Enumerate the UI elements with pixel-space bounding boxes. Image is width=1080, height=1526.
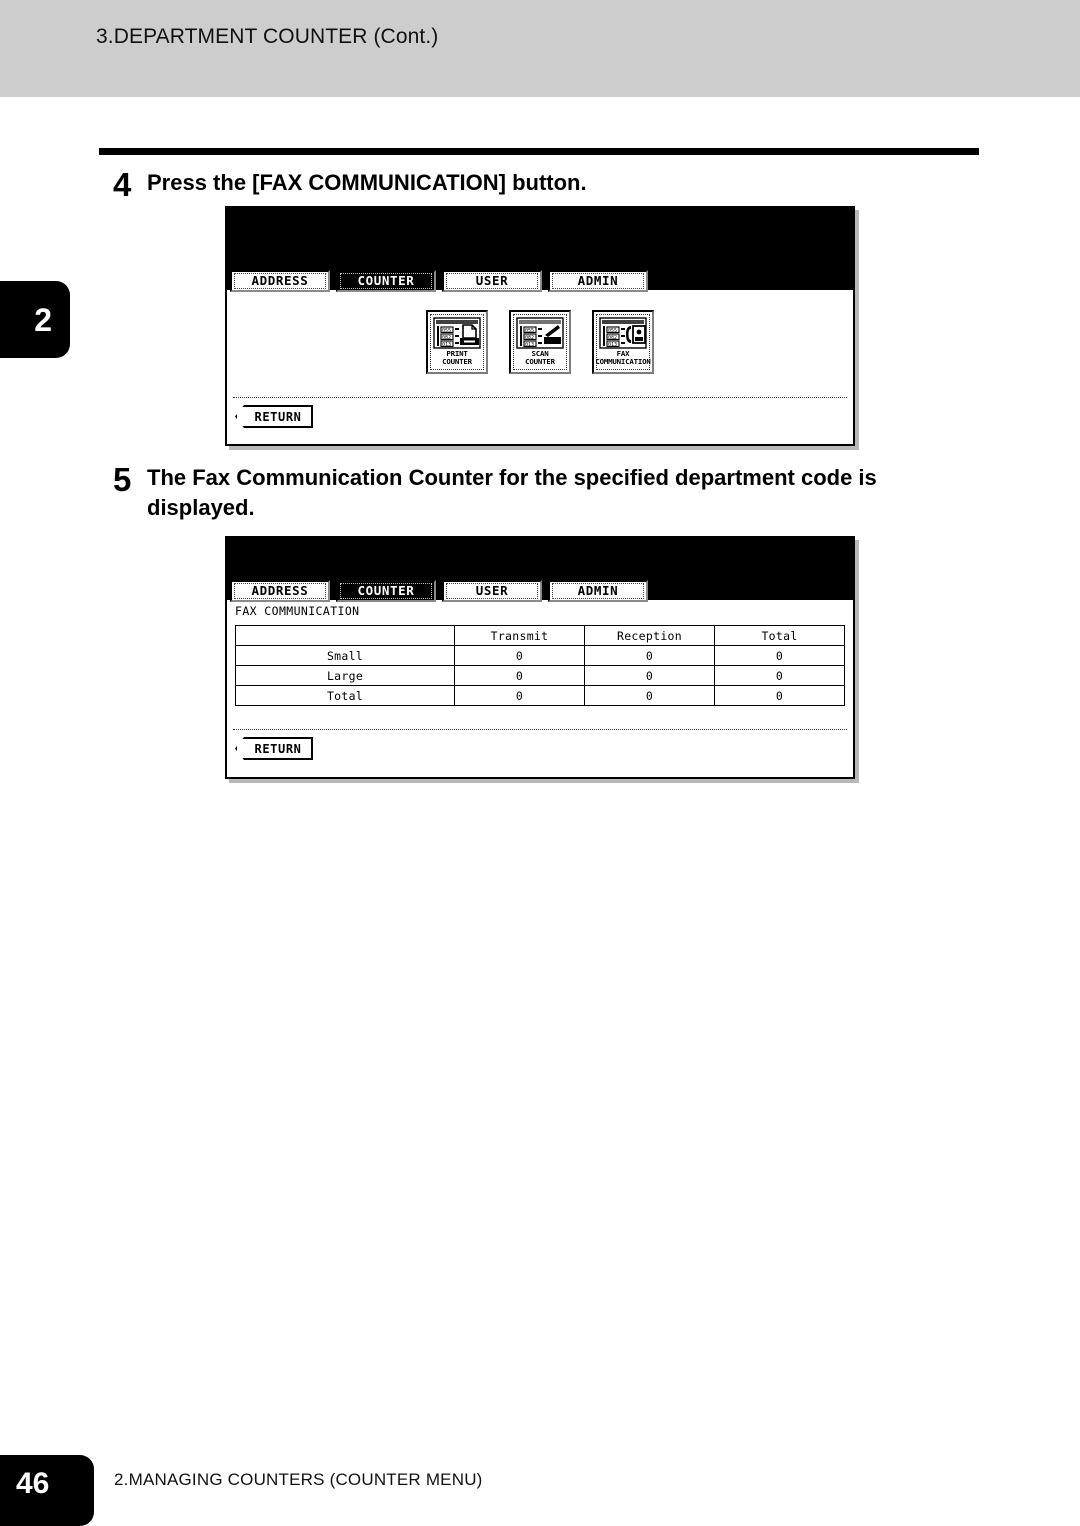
scan-counter-button[interactable]: 055 082 013 SCAN COUNTER (509, 310, 571, 374)
return-button-bottom-shape: RETURN (235, 737, 313, 760)
page-header-title: 3.DEPARTMENT COUNTER (Cont.) (96, 25, 439, 48)
svg-text:013: 013 (525, 342, 534, 348)
svg-text:082: 082 (442, 335, 451, 341)
panel-top-tabstrip: ADDRESS COUNTER USER ADMIN (230, 270, 648, 292)
tab-address-label: ADDRESS (251, 272, 309, 288)
footer-page-number: 46 (16, 1467, 50, 1500)
tab-address[interactable]: ADDRESS (230, 270, 330, 292)
tab-admin-2-label: ADMIN (577, 582, 619, 598)
tab-user-2[interactable]: USER (442, 580, 542, 602)
tab-counter-2-label: COUNTER (357, 582, 415, 598)
svg-text:013: 013 (442, 342, 451, 348)
tab-admin-inner: ADMIN (552, 273, 644, 289)
print-counter-button[interactable]: 055 082 013 PRINT COUNTER (426, 310, 488, 374)
panel-top-body: 055 082 013 PRINT COUNTER 055 082 013 SC… (227, 290, 853, 444)
svg-text:055: 055 (442, 328, 451, 334)
tab-counter-label: COUNTER (357, 272, 415, 288)
table-row: Total 0 0 0 (235, 685, 845, 706)
chapter-tab-number: 2 (34, 301, 52, 338)
footer-section-title: 2.MANAGING COUNTERS (COUNTER MENU) (114, 1470, 483, 1489)
tab-user-2-inner: USER (446, 583, 538, 599)
row-small-total: 0 (714, 645, 845, 666)
tab-user[interactable]: USER (442, 270, 542, 292)
table-corner-cell (235, 625, 455, 646)
fax-communication-button-inner: 055 082 013 FAX COMMUNICATION (595, 314, 651, 370)
tab-user-inner: USER (446, 273, 538, 289)
row-large-reception: 0 (584, 665, 715, 686)
fax-communication-caption: FAX COMMUNICATION (595, 349, 651, 367)
row-total-transmit: 0 (454, 685, 585, 706)
panel-top-black-area: ADDRESS COUNTER USER ADMIN (227, 208, 853, 292)
return-button-bottom[interactable]: RETURN (235, 737, 316, 763)
lcd-panel-counter-menu: ADDRESS COUNTER USER ADMIN 055 082 013 P… (225, 206, 855, 446)
panel-top-separator (233, 397, 847, 398)
chapter-tab: 2 (0, 281, 70, 358)
svg-text:013: 013 (608, 342, 617, 348)
lcd-panel-fax-counter: ADDRESS COUNTER USER ADMIN FAX COMMUNICA… (225, 536, 855, 779)
step-5: 5 The Fax Communication Counter for the … (113, 463, 963, 523)
svg-text:082: 082 (608, 335, 617, 341)
row-small-reception: 0 (584, 645, 715, 666)
footer-page-tab: 46 (0, 1455, 94, 1526)
step-5-text: The Fax Communication Counter for the sp… (147, 465, 877, 520)
counter-icon-row: 055 082 013 PRINT COUNTER 055 082 013 SC… (227, 310, 853, 374)
row-total-label: Total (235, 685, 455, 706)
tab-counter[interactable]: COUNTER (336, 270, 436, 292)
panel-bottom-tabstrip: ADDRESS COUNTER USER ADMIN (230, 580, 648, 602)
row-large-transmit: 0 (454, 665, 585, 686)
panel-bottom-black-area: ADDRESS COUNTER USER ADMIN (227, 538, 853, 602)
row-total-total: 0 (714, 685, 845, 706)
tab-admin[interactable]: ADMIN (548, 270, 648, 292)
row-small-label: Small (235, 645, 455, 666)
step-4-text: Press the [FAX COMMUNICATION] button. (147, 170, 587, 195)
row-large-label: Large (235, 665, 455, 686)
section-rule (99, 148, 979, 155)
tab-user-label: USER (475, 272, 509, 288)
table-row: Small 0 0 0 (235, 645, 845, 666)
fax-communication-icon: 055 082 013 (599, 317, 647, 349)
row-small-transmit: 0 (454, 645, 585, 666)
step-5-number: 5 (113, 461, 132, 498)
return-button-top-shape: RETURN (235, 405, 313, 428)
row-large-total: 0 (714, 665, 845, 686)
tab-admin-2-inner: ADMIN (552, 583, 644, 599)
step-4-number: 4 (113, 166, 132, 203)
table-header-total: Total (714, 625, 845, 646)
svg-text:055: 055 (525, 328, 534, 334)
table-row: Large 0 0 0 (235, 665, 845, 686)
table-header-reception: Reception (584, 625, 715, 646)
table-header-transmit: Transmit (454, 625, 585, 646)
fax-counter-table: Transmit Reception Total Small 0 0 0 Lar… (235, 625, 845, 706)
page-header-band: 3.DEPARTMENT COUNTER (Cont.) (0, 0, 1080, 97)
scan-counter-button-inner: 055 082 013 SCAN COUNTER (513, 314, 567, 370)
tab-user-2-label: USER (475, 582, 509, 598)
return-button-bottom-label: RETURN (254, 741, 302, 756)
tab-address-2-inner: ADDRESS (234, 583, 326, 599)
tab-address-2-label: ADDRESS (251, 582, 309, 598)
tab-counter-2-inner: COUNTER (340, 583, 432, 599)
svg-text:055: 055 (608, 328, 617, 334)
return-button-top[interactable]: RETURN (235, 405, 316, 431)
panel-bottom-body: FAX COMMUNICATION Transmit Reception Tot… (227, 600, 853, 777)
print-counter-button-inner: 055 082 013 PRINT COUNTER (430, 314, 484, 370)
fax-communication-button[interactable]: 055 082 013 FAX COMMUNICATION (592, 310, 654, 374)
print-counter-icon: 055 082 013 (433, 317, 481, 349)
scan-counter-caption: SCAN COUNTER (525, 349, 555, 367)
panel-bottom-separator (233, 729, 847, 730)
print-counter-caption: PRINT COUNTER (442, 349, 472, 367)
tab-address-2[interactable]: ADDRESS (230, 580, 330, 602)
tab-counter-2[interactable]: COUNTER (336, 580, 436, 602)
tab-address-inner: ADDRESS (234, 273, 326, 289)
row-total-reception: 0 (584, 685, 715, 706)
tab-admin-label: ADMIN (577, 272, 619, 288)
tab-counter-inner: COUNTER (340, 273, 432, 289)
scan-counter-icon: 055 082 013 (516, 317, 564, 349)
step-4: 4 Press the [FAX COMMUNICATION] button. (113, 168, 993, 202)
table-header-row: Transmit Reception Total (235, 625, 845, 646)
return-button-top-label: RETURN (254, 409, 302, 424)
tab-admin-2[interactable]: ADMIN (548, 580, 648, 602)
svg-text:082: 082 (525, 335, 534, 341)
fax-counter-screen-title: FAX COMMUNICATION (235, 604, 360, 618)
